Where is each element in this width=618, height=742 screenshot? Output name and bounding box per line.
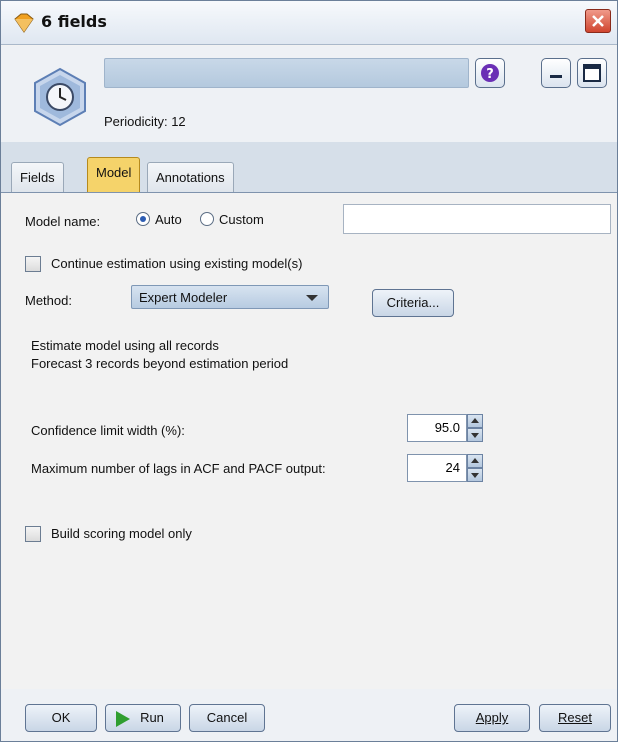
build-scoring-label: Build scoring model only: [51, 526, 192, 541]
tab-annotations[interactable]: Annotations: [147, 162, 234, 192]
svg-text:?: ?: [486, 67, 494, 82]
custom-model-name-input[interactable]: [343, 204, 611, 234]
help-button[interactable]: ?: [475, 58, 505, 88]
continue-estimation-checkbox[interactable]: [25, 256, 41, 272]
model-name-label: Model name:: [25, 214, 101, 229]
reset-button-label: Reset: [558, 710, 592, 725]
node-name-bar: [104, 58, 469, 88]
help-icon: ?: [481, 64, 499, 82]
continue-estimation-label: Continue estimation using existing model…: [51, 256, 303, 271]
method-dropdown[interactable]: Expert Modeler: [131, 285, 329, 309]
run-button[interactable]: Run: [105, 704, 181, 732]
close-icon: [592, 15, 604, 27]
maximize-icon: [583, 64, 601, 82]
time-series-node-icon: [29, 66, 91, 128]
forecast-info-text: Forecast 3 records beyond estimation per…: [31, 356, 289, 371]
confidence-limit-input[interactable]: 95.0: [407, 414, 467, 442]
auto-radio-label: Auto: [155, 212, 182, 227]
custom-radio[interactable]: [200, 212, 214, 226]
window-title: 6 fields: [41, 12, 107, 31]
title-bar[interactable]: 6 fields: [1, 1, 617, 45]
apply-button[interactable]: Apply: [454, 704, 530, 732]
spin-down-icon[interactable]: [467, 428, 483, 442]
play-icon: [116, 711, 130, 727]
spin-down-icon[interactable]: [467, 468, 483, 482]
tab-model[interactable]: Model: [87, 157, 141, 192]
max-lags-input[interactable]: 24: [407, 454, 467, 482]
method-selected-value: Expert Modeler: [139, 290, 228, 305]
model-panel: Model name: Auto Custom Continue estimat…: [1, 194, 617, 689]
ok-button[interactable]: OK: [25, 704, 97, 732]
dialog-window: 6 fields ? Periodicity: 12 Fields Model …: [0, 0, 618, 742]
periodicity-text: Periodicity: 12: [104, 114, 186, 129]
minimize-icon: [550, 75, 562, 78]
confidence-limit-spinner[interactable]: [467, 414, 483, 442]
custom-radio-label: Custom: [219, 212, 264, 227]
confidence-limit-label: Confidence limit width (%):: [31, 423, 185, 438]
criteria-button[interactable]: Criteria...: [372, 289, 454, 317]
max-lags-spinner[interactable]: [467, 454, 483, 482]
node-header: ? Periodicity: 12: [1, 46, 617, 142]
dialog-footer: OK Run Cancel Apply Reset: [1, 689, 617, 741]
diamond-node-icon: [13, 13, 35, 33]
tab-bar: Fields Model Annotations: [1, 142, 617, 193]
tab-fields[interactable]: Fields: [11, 162, 64, 192]
chevron-down-icon: [306, 295, 318, 301]
estimate-info-text: Estimate model using all records: [31, 338, 219, 353]
close-button[interactable]: [585, 9, 611, 33]
build-scoring-checkbox[interactable]: [25, 526, 41, 542]
cancel-button[interactable]: Cancel: [189, 704, 265, 732]
max-lags-label: Maximum number of lags in ACF and PACF o…: [31, 461, 326, 476]
run-button-label: Run: [140, 710, 164, 725]
auto-radio[interactable]: [136, 212, 150, 226]
spin-up-icon[interactable]: [467, 454, 483, 468]
reset-button[interactable]: Reset: [539, 704, 611, 732]
apply-button-label: Apply: [475, 710, 509, 725]
minimize-button[interactable]: [541, 58, 571, 88]
maximize-button[interactable]: [577, 58, 607, 88]
spin-up-icon[interactable]: [467, 414, 483, 428]
method-label: Method:: [25, 293, 72, 308]
